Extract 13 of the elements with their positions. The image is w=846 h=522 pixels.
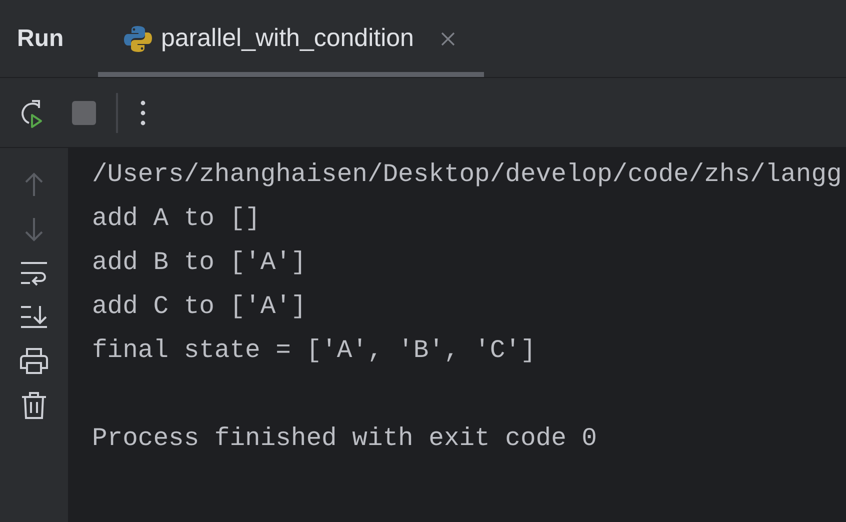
- printer-icon[interactable]: [19, 346, 49, 376]
- more-icon[interactable]: [140, 100, 146, 126]
- console-line: add B to ['A']: [92, 247, 308, 279]
- console-line: Process finished with exit code 0: [92, 423, 598, 455]
- panel-title: Run: [16, 24, 65, 54]
- python-icon: [123, 24, 153, 54]
- console-line: /Users/zhanghaisen/Desktop/develop/code/zhs/langg: [92, 159, 843, 191]
- console-line: add C to ['A']: [92, 291, 308, 323]
- close-icon[interactable]: [440, 30, 456, 46]
- file-tab[interactable]: parallel_with_condition: [98, 5, 484, 77]
- console-line: add A to []: [92, 203, 262, 235]
- trash-icon[interactable]: [19, 390, 49, 420]
- console-line: final state = ['A', 'B', 'C']: [92, 335, 537, 367]
